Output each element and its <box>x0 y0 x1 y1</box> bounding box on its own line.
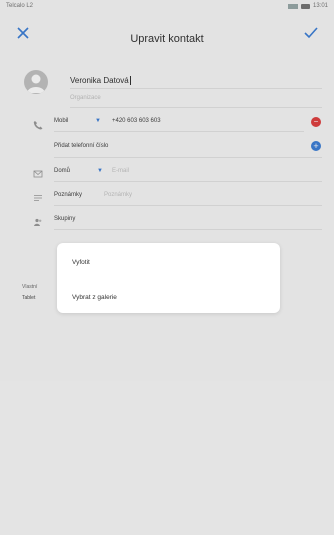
section-label-partial: Vlastní <box>22 284 38 290</box>
choose-from-gallery-option[interactable]: Vybrat z galerie <box>72 294 117 301</box>
photo-options-dialog: Vyfotit Vybrat z galerie <box>57 243 280 313</box>
ringtone-partial: Tablet <box>22 295 36 301</box>
take-photo-option[interactable]: Vyfotit <box>72 259 90 266</box>
